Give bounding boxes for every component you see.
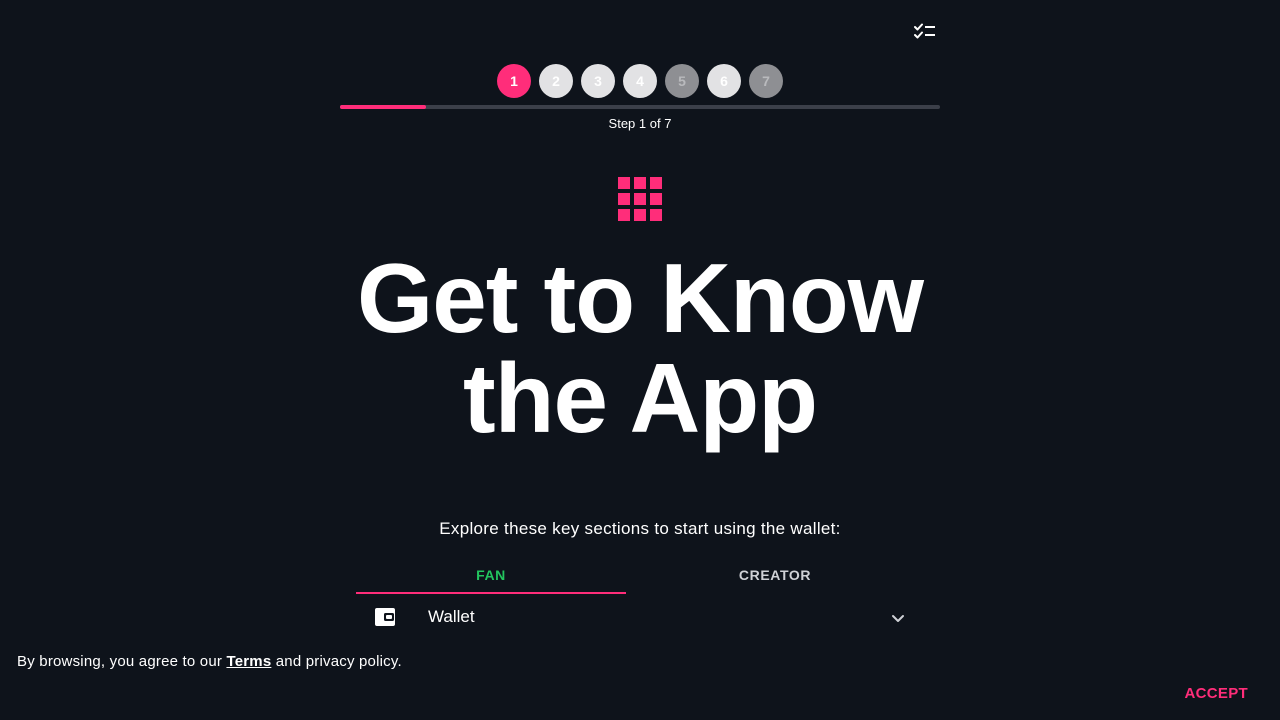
- cookie-text: By browsing, you agree to our Terms and …: [17, 653, 402, 670]
- accept-button[interactable]: ACCEPT: [1185, 685, 1248, 702]
- step-5[interactable]: 5: [665, 64, 699, 98]
- step-indicator: 1 2 3 4 5 6 7: [0, 64, 1280, 98]
- top-bar: [340, 18, 940, 46]
- intro-text: Explore these key sections to start usin…: [439, 519, 841, 538]
- step-caption: Step 1 of 7: [608, 116, 672, 131]
- grid-icon: [618, 177, 662, 221]
- progress-fill: [340, 105, 426, 109]
- crescent-moon-icon[interactable]: [346, 22, 362, 42]
- tab-creator[interactable]: CREATOR: [626, 560, 924, 594]
- step-7[interactable]: 7: [749, 64, 783, 98]
- section-label: Wallet: [428, 607, 475, 626]
- title-line-2: the App: [462, 343, 818, 453]
- tab-fan[interactable]: FAN: [356, 560, 626, 594]
- cookie-suffix: and privacy policy.: [271, 653, 402, 670]
- title-line-1: Get to Know: [356, 243, 924, 353]
- checklist-icon[interactable]: [914, 23, 936, 41]
- cookie-prefix: By browsing, you agree to our: [17, 653, 227, 670]
- onboarding-page: 1 2 3 4 5 6 7 Step 1 of 7 Get to Know th…: [0, 0, 1280, 720]
- terms-link[interactable]: Terms: [226, 653, 271, 670]
- page-title: Get to Know the App: [0, 248, 1280, 448]
- step-6[interactable]: 6: [707, 64, 741, 98]
- role-tabs: FAN CREATOR: [356, 560, 924, 594]
- wallet-icon: [375, 608, 395, 626]
- step-1[interactable]: 1: [497, 64, 531, 98]
- step-3[interactable]: 3: [581, 64, 615, 98]
- section-wallet[interactable]: Wallet: [356, 600, 924, 636]
- step-2[interactable]: 2: [539, 64, 573, 98]
- step-4[interactable]: 4: [623, 64, 657, 98]
- chevron-down-icon[interactable]: [890, 610, 906, 626]
- cookie-banner: By browsing, you agree to our Terms and …: [0, 640, 1280, 720]
- progress-bar: [340, 105, 940, 109]
